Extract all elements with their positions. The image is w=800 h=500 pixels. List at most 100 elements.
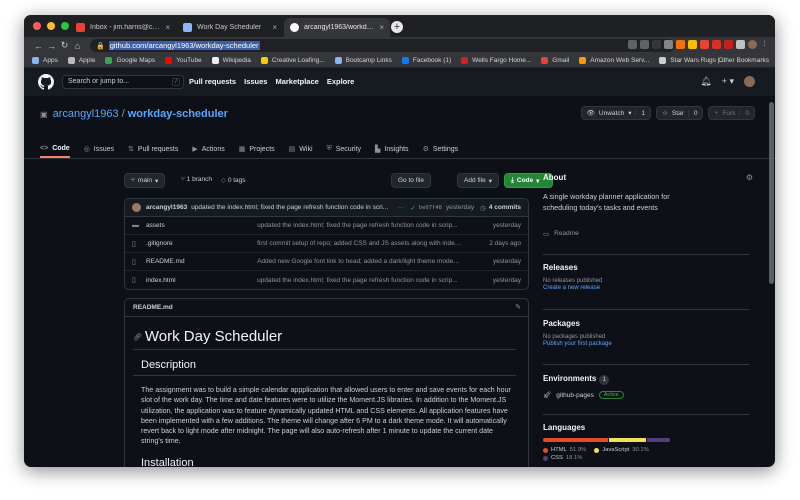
file-row[interactable]: ▯ .gitignore first commit setup of repo; a… [125,235,528,253]
browser-tab-github[interactable]: arcangyl1963/workday-schedul... × [284,18,390,37]
user-avatar[interactable] [744,76,755,87]
extension-icon[interactable] [688,40,697,49]
browser-tab-scheduler[interactable]: Work Day Scheduler × [177,18,283,37]
nav-explore[interactable]: Explore [327,77,355,86]
tab-settings[interactable]: ⚙ Settings [423,140,459,158]
tab-projects[interactable]: ▦ Projects [239,140,275,158]
commit-expand[interactable]: ··· [398,204,405,211]
check-icon[interactable]: ✓ [410,204,415,212]
language-item[interactable]: HTML 51.9% [543,447,586,453]
anchor-link-icon[interactable]: 🔗︎ [133,333,142,341]
new-tab-button[interactable]: + [391,21,403,33]
bookmark-item[interactable]: Amazon Web Serv... [579,57,649,64]
bookmark-star-icon[interactable] [640,40,649,49]
commit-author-avatar[interactable] [132,203,141,212]
extension-icon[interactable] [700,40,709,49]
file-name[interactable]: assets [146,222,257,229]
commit-message[interactable]: updated the index.html; fixed the page r… [191,204,392,211]
tab-wiki[interactable]: ▤ Wiki [289,140,313,158]
file-commit-message[interactable]: Added new Google font link to head; adde… [257,258,461,265]
bookmark-item[interactable]: Apps [32,57,58,64]
commit-hash[interactable]: be07f48 [419,205,442,211]
branch-select[interactable]: ⑂ main ▾ [124,173,166,188]
language-item[interactable]: JavaScript 30.1% [594,447,649,453]
unwatch-button[interactable]: 👁︎ Unwatch ▾ 1 [580,106,652,120]
environments-heading[interactable]: Environments 1 [543,374,624,385]
bookmark-item[interactable]: Star Wars Rugs |... [659,57,725,64]
edit-pencil-icon[interactable]: ✎ [515,303,521,311]
add-file-button[interactable]: Add file ▾ [457,173,499,188]
star-button[interactable]: ☆ Star 0 [656,106,704,120]
nav-issues[interactable]: Issues [244,77,267,86]
create-release-link[interactable]: Create a new release [543,285,602,291]
bookmark-item[interactable]: Wikipedia [211,57,251,64]
bookmark-item[interactable]: YouTube [165,57,202,64]
file-commit-message[interactable]: updated the index.html; fixed the page r… [257,222,461,229]
maximize-window-button[interactable] [61,22,69,30]
close-tab-icon[interactable]: × [165,23,170,32]
environment-item[interactable]: 🚀︎ github-pages Active [543,391,624,399]
commit-author[interactable]: arcangyl1963 [146,204,187,211]
watch-count[interactable]: 1 [635,109,645,117]
tags-link[interactable]: ◇ 0 tags [221,176,246,184]
publish-package-link[interactable]: Publish your first package [543,341,612,347]
close-tab-icon[interactable]: × [379,23,384,32]
info-icon[interactable] [664,40,673,49]
bookmark-item[interactable]: Apple [67,57,95,64]
back-icon[interactable]: ← [32,41,45,51]
address-bar[interactable]: 🔒 github.com/arcangyl1963/workday-schedu… [90,39,675,52]
bookmark-item[interactable]: Gmail [541,57,569,64]
bookmark-item[interactable]: Bootcamp Links [334,57,392,64]
puzzle-icon[interactable] [736,40,745,49]
go-to-file-button[interactable]: Go to file [391,173,432,188]
forward-icon[interactable]: → [45,41,58,51]
file-name[interactable]: index.html [146,277,257,284]
commit-count[interactable]: 4 commits [489,204,521,211]
home-icon[interactable]: ⌂ [71,41,84,51]
file-row[interactable]: ▯ index.html updated the index.html; fixed… [125,271,528,289]
file-commit-message[interactable]: first commit setup of repo; added CSS an… [257,240,461,247]
repo-owner-link[interactable]: arcangyl1963 [53,108,119,120]
close-tab-icon[interactable]: × [272,23,277,32]
minimize-window-button[interactable] [47,22,55,30]
file-commit-message[interactable]: updated the index.html; fixed the page r… [257,277,461,284]
tab-insights[interactable]: ▙ Insights [375,140,409,158]
scrollbar-thumb[interactable] [769,102,774,284]
file-row[interactable]: ▬ assets updated the index.html; fixed the… [125,217,528,235]
file-row[interactable]: ▯ README.md Added new Google font link to … [125,253,528,271]
extension-icon[interactable] [676,40,685,49]
qr-code-icon[interactable] [628,40,637,49]
gear-icon[interactable]: ⚙ [746,173,753,182]
page-scrollbar[interactable] [769,98,774,463]
github-logo-icon[interactable] [38,74,54,90]
extension-icon[interactable] [724,40,733,49]
star-count[interactable]: 0 [687,109,697,117]
packages-heading[interactable]: Packages [543,319,612,328]
bookmark-item[interactable]: Google Maps [105,57,155,64]
language-item[interactable]: CSS 18.1% [543,455,582,461]
readme-sidebar-link[interactable]: ▭ Readme [543,230,579,238]
file-name[interactable]: README.md [146,258,257,265]
bookmark-item[interactable]: Creative Loafing... [260,57,325,64]
profile-avatar[interactable] [748,40,757,49]
nav-pull-requests[interactable]: Pull requests [189,77,236,86]
plus-dropdown-icon[interactable]: + ▾ [722,76,734,87]
browser-tab-gmail[interactable]: Inbox - jim.harris@creativelo... × [70,18,176,37]
fork-button[interactable]: ⑂ Fork 0 [708,106,755,120]
releases-heading[interactable]: Releases [543,263,602,272]
url-text[interactable]: github.com/arcangyl1963/workday-schedule… [108,41,260,50]
kebab-menu-icon[interactable]: ⋮ [760,40,769,49]
github-search-input[interactable]: Search or jump to... / [62,75,184,89]
tab-issues[interactable]: ◎ Issues [84,140,114,158]
branches-link[interactable]: ⑂ 1 branch [181,176,212,183]
reload-icon[interactable]: ↻ [58,40,71,51]
tab-actions[interactable]: ▶ Actions [192,140,224,158]
tab-security[interactable]: ⛨ Security [327,140,362,158]
tab-pull-requests[interactable]: ⇅ Pull requests [128,140,178,158]
bookmark-item[interactable]: Facebook (1) [401,57,451,64]
fork-count[interactable]: 0 [739,109,749,117]
extension-icon[interactable] [712,40,721,49]
tab-code[interactable]: <> Code [40,140,70,158]
repo-name-link[interactable]: workday-scheduler [128,108,228,120]
bell-icon[interactable]: 🔔︎ [700,76,711,87]
